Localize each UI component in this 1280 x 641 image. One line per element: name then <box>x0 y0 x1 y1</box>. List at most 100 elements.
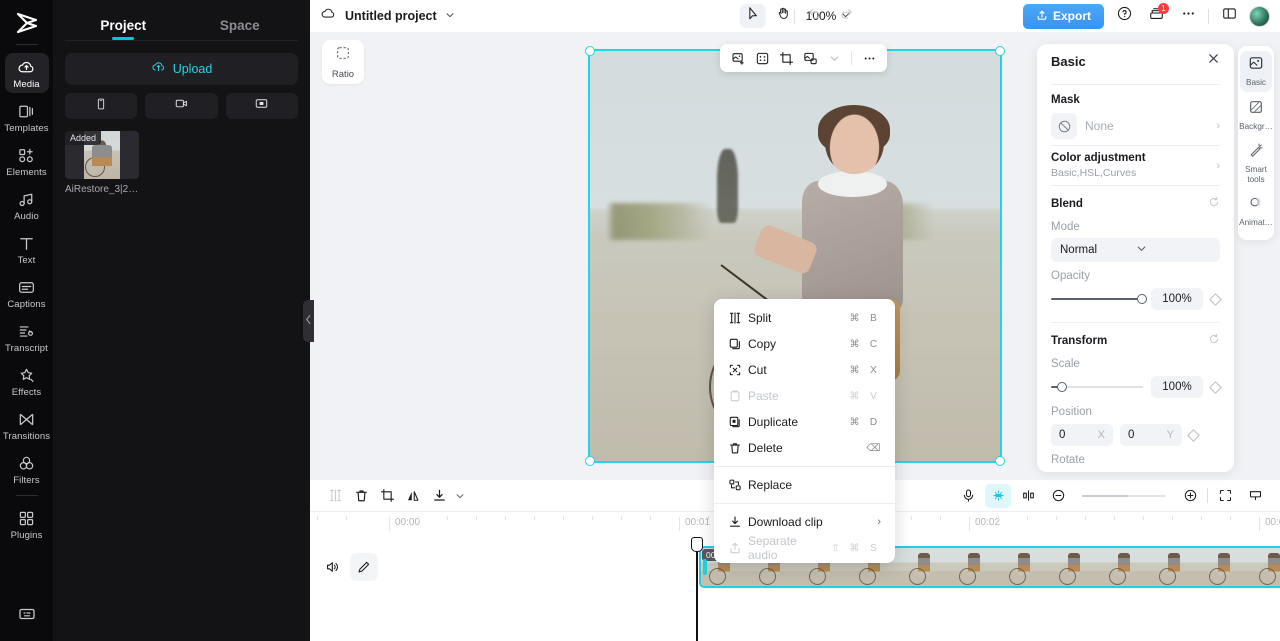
replace-media-button[interactable] <box>799 47 821 69</box>
mirror-button[interactable] <box>400 484 426 508</box>
color-adjustment-row[interactable]: Color adjustment Basic,HSL,Curves › <box>1051 152 1220 179</box>
blend-mode-select[interactable]: Normal <box>1051 238 1220 262</box>
opacity-slider[interactable] <box>1051 294 1147 304</box>
voiceover-button[interactable] <box>955 484 981 508</box>
ratio-button[interactable]: Ratio <box>322 40 364 84</box>
split-button[interactable] <box>322 484 348 508</box>
reset-icon[interactable] <box>1208 332 1220 350</box>
record-phone-button[interactable] <box>65 93 138 119</box>
zoom-in-button[interactable] <box>1177 484 1203 508</box>
chevron-down-icon[interactable] <box>445 7 455 25</box>
resize-handle-bottom-left[interactable] <box>585 456 595 466</box>
key: ⌫ <box>866 442 881 454</box>
scale-value[interactable]: 100% <box>1151 376 1203 398</box>
tab-background[interactable]: Backgr… <box>1239 95 1273 136</box>
media-item[interactable]: Added AiRestore_3|20… <box>65 131 139 196</box>
context-menu: Split ⌘ B Copy ⌘ C Cut ⌘ X Paste ⌘ V Dup… <box>714 299 895 563</box>
context-menu-item-duplicate[interactable]: Duplicate ⌘ D <box>714 409 895 435</box>
delete-button[interactable] <box>348 484 374 508</box>
key: B <box>870 312 877 324</box>
export-button[interactable]: Export <box>1022 3 1104 29</box>
keyframe-diamond-icon[interactable] <box>1209 380 1222 394</box>
auto-beat-button[interactable] <box>985 483 1011 508</box>
marker-button[interactable] <box>1015 484 1041 508</box>
tab-project[interactable]: Project <box>65 18 182 40</box>
track-mute-button[interactable] <box>318 553 346 581</box>
select-tool-button[interactable] <box>739 4 766 28</box>
avatar[interactable] <box>1249 5 1270 27</box>
undo-button[interactable] <box>803 4 827 28</box>
sidebar-item-audio[interactable]: Audio <box>5 185 49 225</box>
context-menu-item-cut[interactable]: Cut ⌘ X <box>714 357 895 383</box>
crop-button[interactable] <box>374 484 400 508</box>
shortcut-keys: ⇧ ⌘ S <box>828 541 881 556</box>
playhead[interactable] <box>691 537 703 641</box>
project-name-button[interactable]: Untitled project <box>320 5 455 27</box>
panel-collapse-handle[interactable] <box>303 300 314 342</box>
context-menu-label: Separate audio <box>748 534 797 562</box>
hand-tool-button[interactable] <box>770 4 796 28</box>
redo-button[interactable] <box>835 4 859 28</box>
sidebar-item-text[interactable]: Text <box>5 229 49 269</box>
opacity-value[interactable]: 100% <box>1151 288 1203 310</box>
tab-smart-tools[interactable]: Smart tools <box>1240 138 1272 188</box>
zoom-out-button[interactable] <box>1045 484 1071 508</box>
sidebar-item-templates[interactable]: Templates <box>4 97 49 137</box>
keyboard-shortcuts-icon[interactable] <box>17 604 37 629</box>
chevron-down-icon <box>1136 243 1212 257</box>
background-icon <box>1248 99 1264 120</box>
position-x-field[interactable]: 0 X <box>1051 424 1113 446</box>
more-button[interactable] <box>1176 4 1200 28</box>
context-menu-item-split[interactable]: Split ⌘ B <box>714 305 895 331</box>
clip-trim-handle-left[interactable] <box>703 559 707 575</box>
close-icon[interactable] <box>1207 52 1220 70</box>
tab-space[interactable]: Space <box>182 18 299 40</box>
ruler-label: 00:02 <box>969 517 1000 531</box>
layout-toggle-button[interactable] <box>1217 4 1241 28</box>
fit-timeline-button[interactable] <box>1212 484 1238 508</box>
add-image-button[interactable] <box>727 47 749 69</box>
upload-button[interactable]: Upload <box>65 53 298 85</box>
context-menu-item-copy[interactable]: Copy ⌘ C <box>714 331 895 357</box>
resize-handle-top-right[interactable] <box>995 46 1005 56</box>
fit-frame-button[interactable] <box>751 47 773 69</box>
record-camera-button[interactable] <box>145 93 218 119</box>
download-chevron[interactable] <box>452 484 468 508</box>
sidebar-item-elements[interactable]: Elements <box>5 141 49 181</box>
inbox-button[interactable]: 1 <box>1144 3 1169 28</box>
help-button[interactable] <box>1112 4 1136 28</box>
scale-slider[interactable] <box>1051 382 1143 392</box>
record-screen-button[interactable] <box>225 93 298 119</box>
keyframe-diamond-icon[interactable] <box>1209 292 1222 306</box>
timeline-zoom-slider[interactable] <box>1082 494 1166 497</box>
transform-header: Transform <box>1051 332 1220 350</box>
sidebar-item-media[interactable]: Media <box>4 53 49 93</box>
sidebar-item-label: Media <box>13 78 40 90</box>
sidebar-item-effects[interactable]: Effects <box>5 361 49 401</box>
sidebar-item-filters[interactable]: Filters <box>5 449 49 489</box>
sidebar-item-captions[interactable]: Captions <box>5 273 49 313</box>
resize-handle-top-left[interactable] <box>585 46 595 56</box>
keyframe-diamond-icon[interactable] <box>1187 428 1200 442</box>
mask-row[interactable]: None › <box>1051 113 1220 139</box>
download-button[interactable] <box>426 484 452 508</box>
resize-handle-bottom-right[interactable] <box>995 456 1005 466</box>
reset-icon[interactable] <box>1208 195 1220 213</box>
context-menu-item-download-clip[interactable]: Download clip › <box>714 509 895 535</box>
tab-animation[interactable]: Animat… <box>1239 191 1273 232</box>
more-button[interactable] <box>858 47 880 69</box>
timeline-view-button[interactable] <box>1242 484 1268 508</box>
separate-audio-icon <box>728 541 748 555</box>
more-options-chevron[interactable] <box>823 47 845 69</box>
position-y-field[interactable]: 0 Y <box>1120 424 1182 446</box>
sidebar-item-transitions[interactable]: Transitions <box>3 405 50 445</box>
media-thumbnail[interactable]: Added <box>65 131 139 179</box>
track-edit-button[interactable] <box>350 553 378 581</box>
sidebar-item-transcript[interactable]: Transcript <box>5 317 49 357</box>
context-menu-item-delete[interactable]: Delete ⌫ <box>714 435 895 461</box>
sidebar-item-plugins[interactable]: Plugins <box>5 504 49 544</box>
context-menu-item-replace[interactable]: Replace <box>714 472 895 498</box>
crop-button[interactable] <box>775 47 797 69</box>
playhead-handle[interactable] <box>691 537 703 552</box>
tab-basic[interactable]: Basic <box>1240 51 1272 92</box>
